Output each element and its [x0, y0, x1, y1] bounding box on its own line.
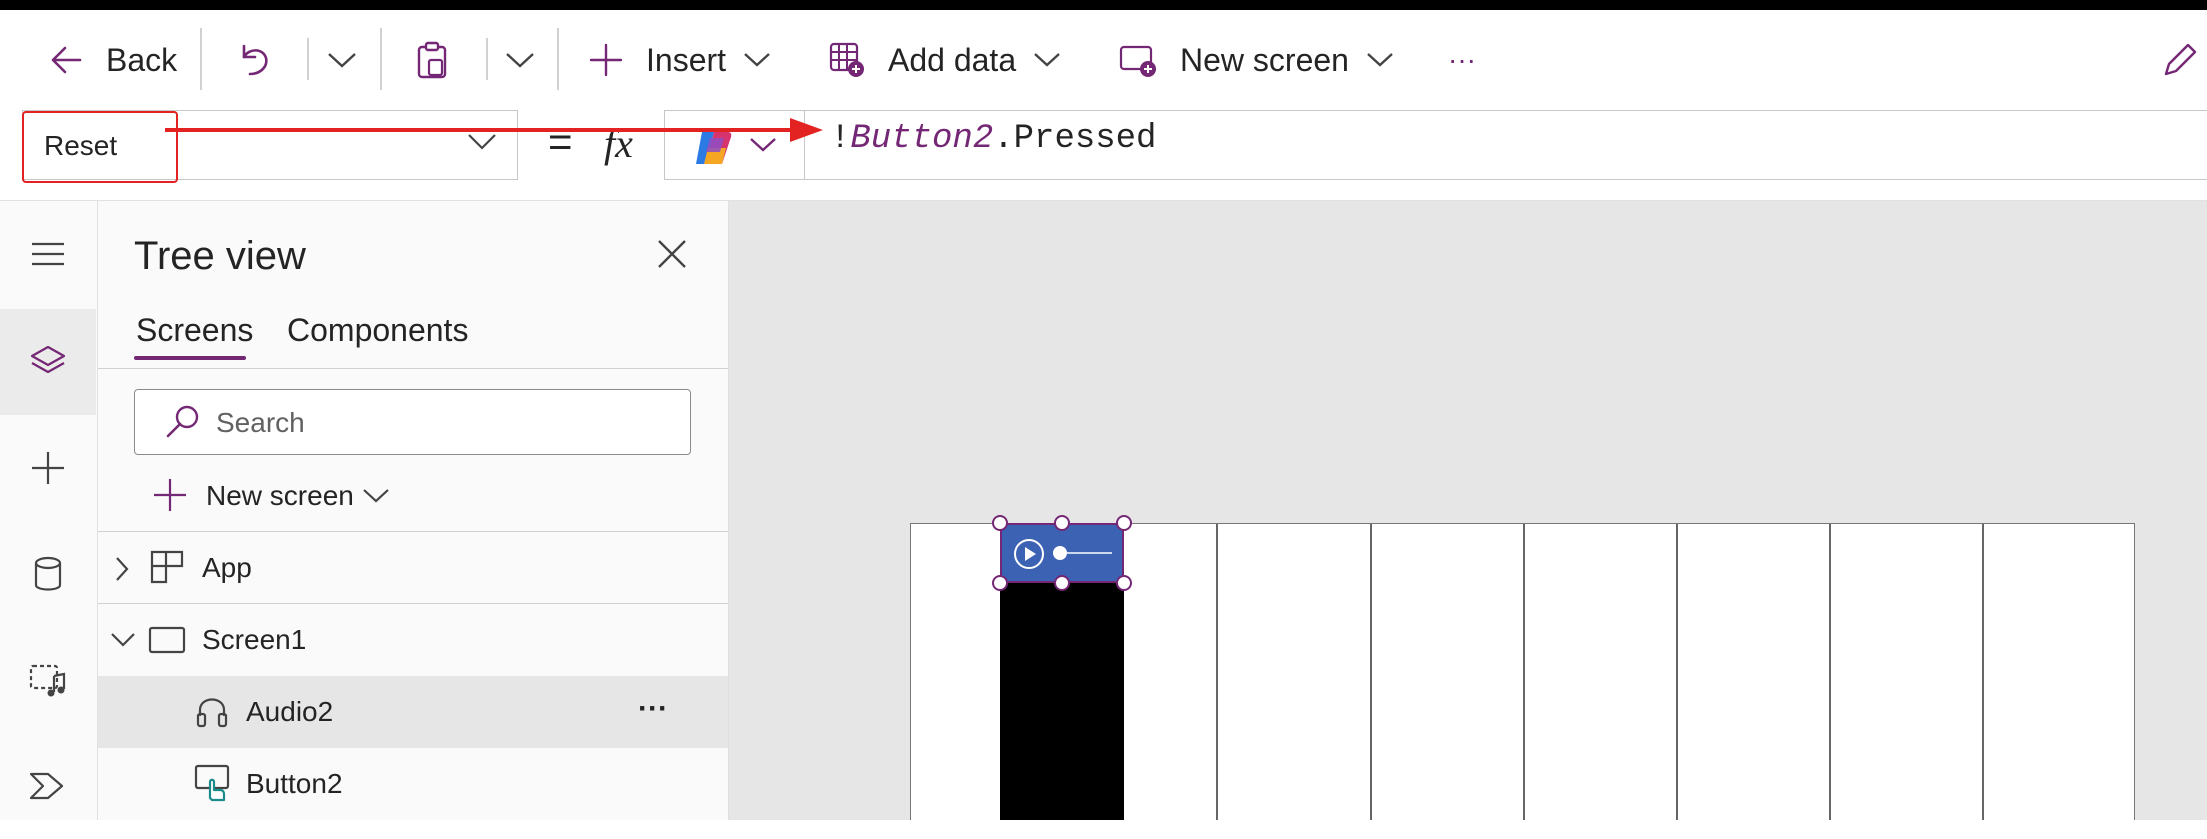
app-icon: [150, 550, 184, 584]
data-rail-button[interactable]: [0, 521, 96, 627]
tree-view-title: Tree view: [134, 234, 306, 278]
close-icon[interactable]: [656, 238, 688, 270]
button-icon: [194, 764, 232, 804]
search-icon: [164, 402, 202, 440]
plus-icon: [152, 477, 188, 513]
chevron-down-icon[interactable]: [110, 632, 136, 648]
resize-handle[interactable]: [1054, 515, 1070, 531]
menu-button[interactable]: [0, 201, 96, 307]
piano-key-divider: [1829, 524, 1831, 820]
power-automate-icon: [28, 770, 68, 802]
resize-handle[interactable]: [992, 515, 1008, 531]
headphones-icon: [196, 694, 228, 728]
black-piano-key[interactable]: [1000, 581, 1124, 820]
tree-item-label: Audio2: [246, 696, 334, 727]
tree-view-button[interactable]: [0, 309, 96, 415]
tree-item-label: Screen1: [202, 624, 307, 655]
row-more-button[interactable]: ···: [638, 692, 668, 726]
tree-item-audio2[interactable]: [98, 676, 728, 748]
insert-rail-button[interactable]: [0, 415, 96, 521]
piano-key-divider: [1676, 524, 1678, 820]
tab-screens[interactable]: Screens: [136, 312, 253, 349]
piano-key-divider: [1523, 524, 1525, 820]
resize-handle[interactable]: [1116, 515, 1132, 531]
chevron-down-icon: [362, 488, 390, 504]
screen-icon: [148, 626, 186, 654]
tree-item-app[interactable]: [98, 532, 728, 604]
piano-key-divider: [1216, 524, 1218, 820]
plus-icon: [30, 450, 66, 486]
left-rail: [0, 201, 98, 820]
piano-key-divider: [1982, 524, 1984, 820]
resize-handle[interactable]: [1116, 575, 1132, 591]
tree-item-screen1[interactable]: [98, 604, 728, 676]
media-rail-button[interactable]: [0, 627, 96, 733]
power-automate-rail-button[interactable]: [0, 733, 96, 839]
resize-handle[interactable]: [1054, 575, 1070, 591]
piano-key-divider: [1370, 524, 1372, 820]
hamburger-icon: [30, 240, 66, 268]
database-icon: [33, 556, 63, 592]
search-placeholder: Search: [216, 407, 305, 438]
tree-item-label: App: [202, 552, 252, 583]
divider: [98, 368, 728, 369]
media-icon: [28, 662, 68, 698]
resize-handle[interactable]: [992, 575, 1008, 591]
tree-item-label: Button2: [246, 768, 343, 799]
tab-components[interactable]: Components: [287, 312, 468, 349]
layers-icon: [29, 343, 67, 381]
chevron-right-icon[interactable]: [114, 556, 130, 582]
tab-selected-indicator: [134, 356, 246, 360]
new-screen-tree-label: New screen: [206, 480, 354, 511]
selection-outline: [1000, 523, 1124, 583]
tree-item-button2[interactable]: [98, 748, 728, 820]
